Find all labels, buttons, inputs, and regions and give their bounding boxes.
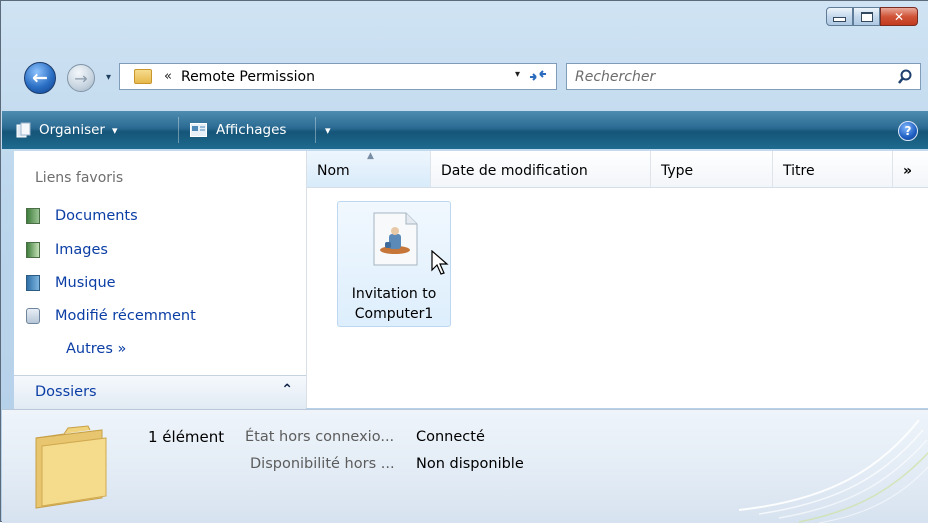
breadcrumb-current-folder[interactable]: Remote Permission — [181, 69, 315, 85]
offline-status-label: État hors connexio... — [245, 429, 395, 445]
column-header-type[interactable]: Type — [651, 151, 773, 187]
forward-button[interactable]: → — [67, 64, 95, 92]
toolbar-divider — [178, 117, 179, 143]
more-columns-icon: » — [903, 163, 913, 179]
address-bar[interactable]: « Remote Permission ▾ — [119, 63, 557, 90]
pictures-icon — [26, 242, 40, 258]
refresh-button[interactable] — [525, 67, 551, 86]
column-header-label: Date de modification — [441, 163, 588, 179]
breadcrumb-overflow-chevron[interactable]: « — [164, 69, 172, 84]
decorative-swoosh — [738, 419, 928, 523]
organize-label: Organiser — [39, 122, 105, 138]
close-icon: ✕ — [893, 9, 905, 24]
column-header-row: ▲ Nom Date de modification Type Titre » — [307, 151, 928, 188]
navigation-pane: Liens favoris Documents Images Musique M… — [14, 151, 307, 409]
search-input[interactable]: Rechercher — [575, 69, 655, 85]
item-count: 1 élément — [148, 428, 225, 446]
help-button[interactable]: ? — [898, 121, 918, 141]
more-links-button[interactable]: Autres » — [66, 341, 126, 357]
column-header-date[interactable]: Date de modification — [431, 151, 651, 187]
folder-icon — [134, 69, 152, 84]
nav-item-images[interactable]: Images — [26, 239, 108, 261]
views-icon — [190, 123, 207, 137]
command-bar: Organiser ▾ Affichages ▾ ? — [2, 111, 928, 149]
sort-ascending-icon: ▲ — [367, 151, 374, 161]
help-icon: ? — [904, 124, 912, 138]
organize-icon — [16, 122, 31, 138]
column-header-title[interactable]: Titre — [773, 151, 893, 187]
large-folder-icon — [35, 425, 107, 509]
nav-item-label: Musique — [55, 275, 116, 291]
views-label: Affichages — [216, 122, 287, 138]
nav-item-label: Images — [55, 242, 108, 258]
views-dropdown-button[interactable]: ▾ — [325, 111, 331, 149]
back-arrow-icon: ← — [32, 67, 48, 89]
recent-icon — [26, 308, 40, 324]
views-button[interactable]: Affichages — [190, 111, 286, 149]
offline-availability-value: Non disponible — [416, 456, 524, 472]
file-name-line: Invitation to — [351, 286, 437, 302]
explorer-window: ✕ ← → ▾ « Remote Permission ▾ Rechercher — [0, 0, 928, 523]
remote-assistance-file-icon — [373, 212, 418, 266]
more-columns-button[interactable]: » — [893, 151, 928, 187]
recent-pages-dropdown[interactable]: ▾ — [106, 72, 111, 83]
forward-arrow-icon: → — [74, 68, 88, 88]
organize-dropdown-icon: ▾ — [111, 123, 118, 137]
maximize-icon — [860, 11, 873, 22]
minimize-icon — [833, 17, 846, 22]
file-name: Invitation to Computer1 — [338, 284, 450, 324]
documents-icon — [26, 208, 40, 224]
close-button[interactable]: ✕ — [880, 7, 918, 26]
nav-item-recent[interactable]: Modifié récemment — [26, 305, 196, 327]
mouse-cursor-icon — [431, 250, 449, 275]
file-name-line: Computer1 — [354, 306, 434, 322]
nav-item-documents[interactable]: Documents — [26, 205, 138, 227]
column-header-label: Titre — [783, 163, 815, 179]
toolbar-divider — [315, 117, 316, 143]
caption-buttons: ✕ — [826, 7, 918, 26]
views-dropdown-icon: ▾ — [325, 123, 331, 137]
folders-label: Dossiers — [35, 384, 97, 400]
favorite-links-title: Liens favoris — [35, 170, 124, 186]
column-header-label: Type — [661, 163, 694, 179]
column-header-name[interactable]: ▲ Nom — [307, 151, 431, 187]
organize-button[interactable]: Organiser ▾ — [16, 111, 118, 149]
offline-status-value: Connecté — [416, 429, 485, 445]
column-header-label: Nom — [317, 163, 350, 179]
search-icon[interactable] — [897, 68, 914, 85]
folders-toggle[interactable]: Dossiers ⌃ — [14, 375, 306, 409]
music-icon — [26, 275, 40, 291]
nav-item-label: Modifié récemment — [55, 308, 196, 324]
refresh-icon — [530, 70, 546, 81]
address-dropdown-button[interactable]: ▾ — [515, 69, 520, 80]
search-box[interactable]: Rechercher — [566, 63, 921, 90]
back-button[interactable]: ← — [24, 62, 56, 94]
nav-item-label: Documents — [55, 208, 138, 224]
offline-availability-label: Disponibilité hors ... — [250, 456, 395, 472]
file-list-pane: ▲ Nom Date de modification Type Titre » — [307, 151, 928, 408]
chevron-up-icon: ⌃ — [281, 382, 293, 398]
maximize-button[interactable] — [853, 7, 880, 26]
nav-item-music[interactable]: Musique — [26, 272, 116, 294]
minimize-button[interactable] — [826, 7, 853, 26]
details-pane: 1 élément État hors connexio... Connecté… — [2, 409, 928, 523]
